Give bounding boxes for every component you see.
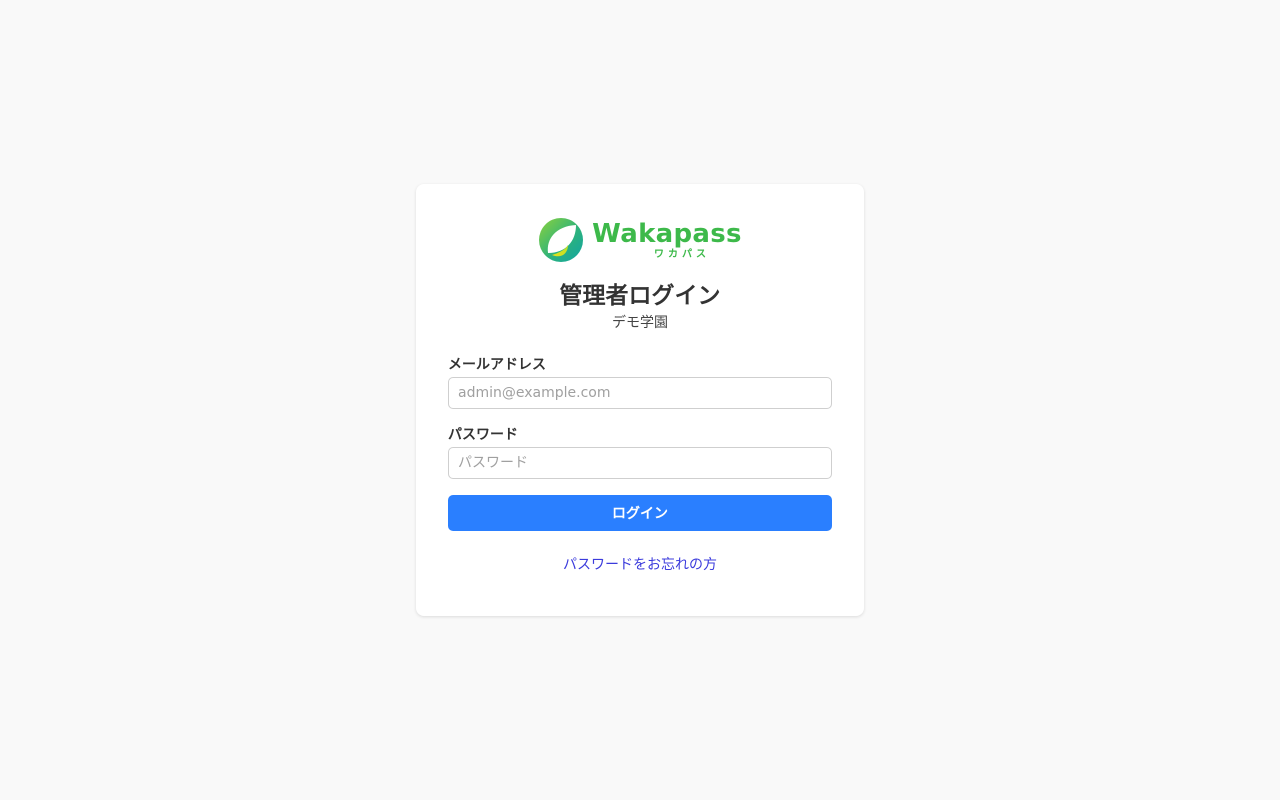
brand-logo: Wakapass ワカパス [448,216,832,264]
login-button[interactable]: ログイン [448,495,832,531]
leaf-logo-icon [539,218,584,262]
password-field[interactable] [448,447,832,479]
email-label: メールアドレス [448,357,546,373]
page-title: 管理者ログイン [559,283,721,309]
forgot-password-link[interactable]: パスワードをお忘れの方 [448,555,832,575]
login-card: Wakapass ワカパス 管理者ログイン デモ学園 メールアドレス パスワード… [416,184,864,616]
email-field[interactable] [448,377,832,409]
brand-wordmark: Wakapass ワカパス [592,221,742,260]
brand-name: Wakapass [592,218,742,249]
page-subtitle: デモ学園 [612,315,668,331]
brand-kana: ワカパス [653,248,710,260]
password-label: パスワード [448,427,518,443]
